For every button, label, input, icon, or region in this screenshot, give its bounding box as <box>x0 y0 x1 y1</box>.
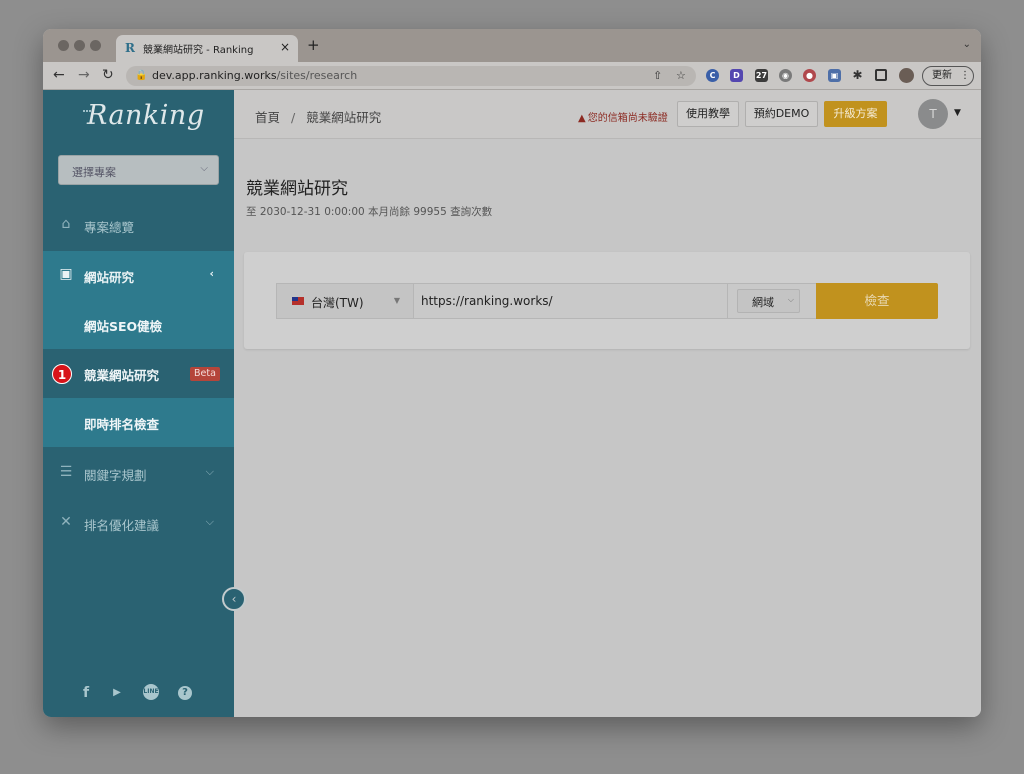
browser-toolbar: ← → ↻ 🔒 dev.app.ranking.works/sites/rese… <box>43 62 981 90</box>
scope-select-value: 網域 <box>752 296 774 309</box>
project-select-placeholder: 選擇專案 <box>72 166 116 179</box>
sidebar-item-overview[interactable]: ⌂ 專案總覽 <box>43 201 234 250</box>
taiwan-flag-icon <box>292 297 304 305</box>
camera-extension-icon[interactable]: ◉ <box>779 69 792 82</box>
extension-d-icon[interactable]: D <box>730 69 743 82</box>
home-icon: ⌂ <box>61 216 71 232</box>
minimize-window-button[interactable] <box>74 40 85 51</box>
share-icon[interactable]: ⇧ <box>653 69 662 82</box>
url-text: dev.app.ranking.works/sites/research <box>152 69 358 82</box>
chevron-down-icon: ⌵ <box>787 295 794 304</box>
tutorial-button[interactable]: 使用教學 <box>677 101 739 127</box>
line-icon[interactable]: LINE <box>143 684 159 700</box>
facebook-icon[interactable]: f <box>77 684 95 702</box>
sidebar-item-label: 排名優化建議 <box>84 518 160 533</box>
sidebar-subitem-label: 競業網站研究 <box>84 368 160 383</box>
email-warning[interactable]: ▲ 您的信箱尚未驗證 <box>578 109 668 124</box>
top-bar: 首頁 / 競業網站研究 ▲ 您的信箱尚未驗證 使用教學 預約DEMO 升級方案 T ▼ <box>234 90 981 139</box>
bookmark-star-icon[interactable]: ☆ <box>676 69 686 82</box>
monitor-icon: ▣ <box>59 266 73 282</box>
scope-select-wrapper: 網域 ⌵ <box>728 283 816 319</box>
beta-badge: Beta <box>190 367 220 381</box>
email-warning-text: 您的信箱尚未驗證 <box>587 113 668 124</box>
color-extension-icon[interactable]: ● <box>803 69 816 82</box>
caret-down-icon[interactable]: ▼ <box>954 108 961 118</box>
breadcrumb: 首頁 / 競業網站研究 <box>255 107 381 126</box>
browser-window: R 競業網站研究 - Ranking × + ⌄ ← → ↻ 🔒 dev.app… <box>43 29 981 717</box>
search-card: 台灣(TW) ▼ https://ranking.works/ 網域 ⌵ 檢查 <box>244 252 970 349</box>
sidebar-collapse-button[interactable]: ‹ <box>222 587 246 611</box>
url-input[interactable]: https://ranking.works/ <box>414 283 728 319</box>
sidebar: Ranking 選擇專案 ⌵ ⌂ 專案總覽 ▣ 網站研究 ‹ 網站SEO健檢 1… <box>43 90 234 717</box>
country-select-value: 台灣(TW) <box>311 296 364 310</box>
calendar-extension-icon[interactable]: 27 <box>755 69 768 82</box>
help-icon[interactable]: ? <box>178 686 192 700</box>
sidebar-subitem-seo-check[interactable]: 網站SEO健檢 <box>43 300 234 349</box>
demo-button[interactable]: 預約DEMO <box>745 101 818 127</box>
upgrade-button[interactable]: 升級方案 <box>824 101 887 127</box>
caret-down-icon: ▼ <box>393 296 400 305</box>
extension-c-icon[interactable]: C <box>706 69 719 82</box>
chevron-left-icon: ‹ <box>209 267 214 280</box>
page-title: 競業網站研究 <box>246 179 348 199</box>
avatar[interactable]: T <box>918 99 948 129</box>
profile-icon[interactable] <box>899 68 914 83</box>
browser-tab[interactable]: R 競業網站研究 - Ranking × <box>116 35 298 62</box>
keyword-icon: ☰ <box>59 464 73 480</box>
tools-icon: ✕ <box>60 514 72 530</box>
address-bar[interactable]: 🔒 dev.app.ranking.works/sites/research ⇧… <box>126 66 696 86</box>
sidepanel-icon[interactable] <box>875 69 887 81</box>
chevron-down-icon: ⌵ <box>205 515 214 528</box>
sidebar-subitem-label: 網站SEO健檢 <box>84 319 163 334</box>
warning-icon: ▲ <box>578 113 586 124</box>
check-button[interactable]: 檢查 <box>816 283 938 319</box>
tab-title: 競業網站研究 - Ranking <box>143 45 254 56</box>
tab-search-chevron-icon[interactable]: ⌄ <box>963 39 971 50</box>
browser-menu-icon[interactable]: ⋮ <box>960 70 970 81</box>
youtube-icon[interactable]: ▶ <box>108 684 126 702</box>
quota-info: 至 2030-12-31 0:00:00 本月尚餘 99955 查詢次數 <box>246 206 493 218</box>
update-button[interactable]: 更新 ⋮ <box>922 66 974 86</box>
sidebar-item-keyword-planning[interactable]: ☰ 關鍵字規劃 ⌵ <box>43 449 234 498</box>
project-select[interactable]: 選擇專案 ⌵ <box>58 155 219 185</box>
ranking-favicon-icon: R <box>125 41 135 55</box>
breadcrumb-home[interactable]: 首頁 <box>255 110 280 125</box>
sidebar-item-label: 關鍵字規劃 <box>84 468 147 483</box>
breadcrumb-separator: / <box>291 110 296 125</box>
sidebar-item-label: 專案總覽 <box>84 220 135 235</box>
back-icon[interactable]: ← <box>53 67 65 83</box>
new-tab-icon[interactable]: + <box>307 38 320 53</box>
ranking-logo[interactable]: Ranking <box>87 100 205 131</box>
sidebar-subitem-label: 即時排名檢查 <box>84 417 160 432</box>
sidebar-item-label: 網站研究 <box>84 270 135 285</box>
forward-icon[interactable]: → <box>78 67 90 83</box>
breadcrumb-current: 競業網站研究 <box>306 110 382 125</box>
tab-close-icon[interactable]: × <box>280 40 290 54</box>
scope-select[interactable]: 網域 ⌵ <box>737 289 800 313</box>
zoom-window-button[interactable] <box>90 40 101 51</box>
step-badge: 1 <box>52 364 72 384</box>
main-content: 競業網站研究 至 2030-12-31 0:00:00 本月尚餘 99955 查… <box>234 139 981 717</box>
sidebar-item-optimization[interactable]: ✕ 排名優化建議 ⌵ <box>43 499 234 548</box>
lock-icon: 🔒 <box>135 70 148 81</box>
browser-titlebar: R 競業網站研究 - Ranking × + ⌄ <box>43 29 981 62</box>
country-select[interactable]: 台灣(TW) ▼ <box>276 283 414 319</box>
sidebar-subitem-rank-check[interactable]: 即時排名檢查 <box>43 398 234 447</box>
puzzle-icon[interactable]: ✱ <box>851 69 864 82</box>
reload-icon[interactable]: ↻ <box>102 67 114 83</box>
close-window-button[interactable] <box>58 40 69 51</box>
url-input-value: https://ranking.works/ <box>421 294 553 308</box>
sidebar-subitem-competitor-research[interactable]: 1 競業網站研究 Beta <box>43 349 234 398</box>
sidebar-item-site-research[interactable]: ▣ 網站研究 ‹ <box>43 251 234 300</box>
chevron-down-icon: ⌵ <box>200 163 208 174</box>
extension-box-icon[interactable]: ▣ <box>828 69 841 82</box>
chevron-down-icon: ⌵ <box>205 465 214 478</box>
